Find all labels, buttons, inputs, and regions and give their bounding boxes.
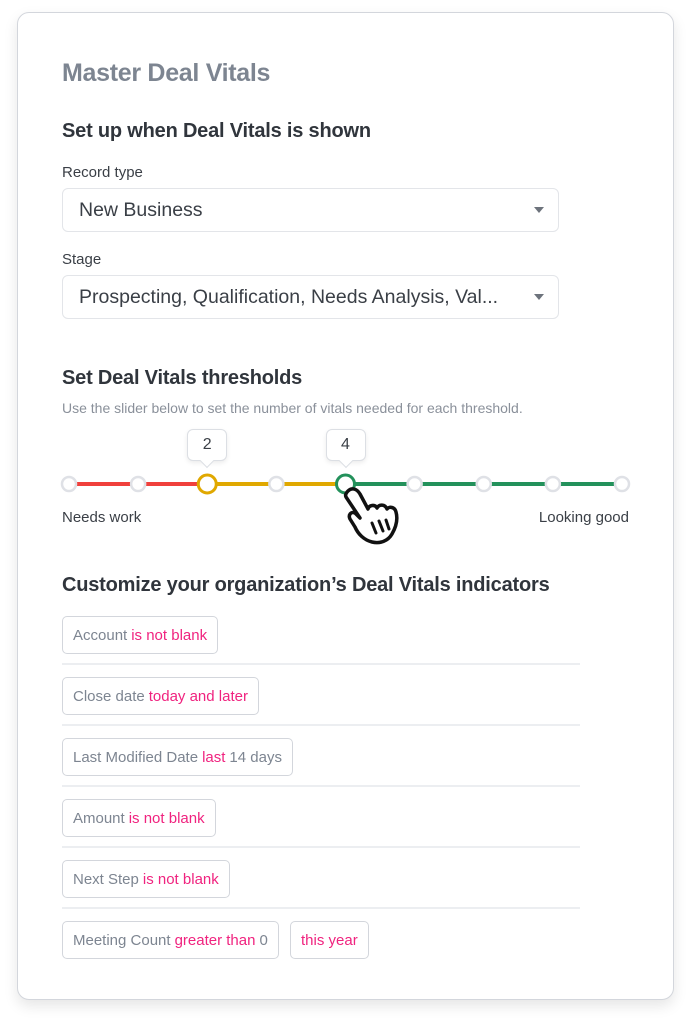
indicator-field: Last Modified Date <box>73 748 199 766</box>
high-threshold-tooltip: 4 <box>325 429 366 461</box>
indicator-value: 0 <box>259 931 268 949</box>
indicator-operator: is not blank <box>142 870 219 888</box>
indicator-operator: last <box>202 748 226 766</box>
indicator-operator: greater than <box>174 931 256 949</box>
indicator-divider <box>62 846 580 848</box>
low-threshold-handle[interactable] <box>196 473 218 495</box>
indicator-operator: is not blank <box>131 626 208 644</box>
indicator-divider <box>62 724 580 726</box>
slider-stop[interactable] <box>129 475 147 493</box>
indicator-field: Next Step <box>73 870 139 888</box>
low-threshold-value: 2 <box>202 436 212 453</box>
indicator-pill[interactable]: Amount is not blank <box>62 799 216 837</box>
needs-work-label: Needs work <box>62 509 142 526</box>
indicator-field: Meeting Count <box>73 931 171 949</box>
indicator-pill[interactable]: Account is not blank <box>62 616 219 654</box>
slider-stop[interactable] <box>60 475 78 493</box>
indicator-divider <box>62 907 580 909</box>
indicator-pill[interactable]: Next Step is not blank <box>62 860 230 898</box>
slider-stop[interactable] <box>544 475 562 493</box>
indicator-pill[interactable]: Close date today and later <box>62 677 259 715</box>
pointer-hand-icon <box>343 487 399 545</box>
indicator-field: Account <box>73 626 128 644</box>
indicator-pill[interactable]: Last Modified Date last 14 days <box>62 738 293 776</box>
indicators-heading: Customize your organization’s Deal Vital… <box>62 574 550 596</box>
indicator-pill[interactable]: this year <box>290 921 369 959</box>
indicator-pill[interactable]: Meeting Count greater than 0 <box>62 921 279 959</box>
slider-stop[interactable] <box>613 475 631 493</box>
indicator-field: Amount <box>73 809 125 827</box>
indicator-operator: is not blank <box>128 809 205 827</box>
indicator-field: Close date <box>73 687 145 705</box>
low-threshold-tooltip: 2 <box>187 429 228 461</box>
slider-stop[interactable] <box>406 475 423 493</box>
indicator-divider <box>62 785 580 787</box>
slider-stop[interactable] <box>475 475 492 493</box>
indicator-operator: today and later <box>148 687 248 705</box>
looking-good-label: Looking good <box>538 509 629 526</box>
slider-stop[interactable] <box>268 475 285 493</box>
indicator-value: 14 days <box>229 748 282 766</box>
high-threshold-value: 4 <box>341 436 350 453</box>
deal-vitals-card: Master Deal Vitals Set up when Deal Vita… <box>17 12 674 1000</box>
indicator-divider <box>62 663 580 665</box>
indicator-operator: this year <box>301 931 358 949</box>
